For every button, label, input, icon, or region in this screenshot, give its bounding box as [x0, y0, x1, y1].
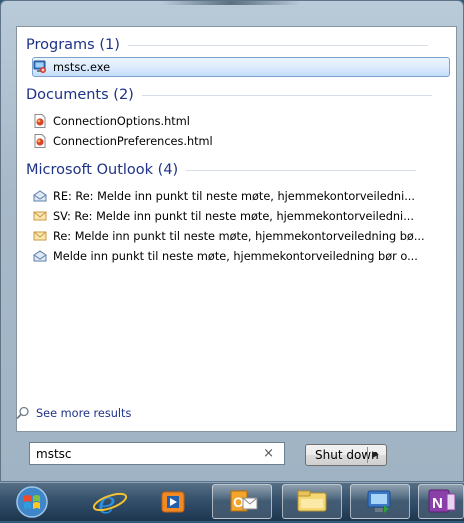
result-item-connectionoptions[interactable]: ConnectionOptions.html — [33, 111, 190, 131]
result-item-mail-1[interactable]: RE: Re: Melde inn punkt til neste møte, … — [33, 186, 415, 206]
svg-text:e: e — [98, 486, 116, 519]
html-file-icon — [33, 114, 47, 128]
mail-open-icon — [33, 249, 47, 263]
divider — [186, 169, 417, 171]
shutdown-options-arrow-icon[interactable]: ▶ — [372, 445, 379, 465]
file-explorer-icon[interactable] — [282, 484, 342, 519]
result-item-mail-3[interactable]: Re: Melde inn punkt til neste møte, hjem… — [33, 226, 425, 246]
result-label: ConnectionPreferences.html — [53, 134, 213, 148]
media-player-icon[interactable] — [144, 484, 204, 519]
divider — [367, 447, 368, 463]
divider — [127, 44, 428, 46]
html-file-icon — [33, 134, 47, 148]
group-title: Microsoft Outlook (4) — [26, 162, 179, 178]
result-label: ConnectionOptions.html — [53, 114, 190, 128]
shutdown-button[interactable]: Shut down ▶ — [305, 444, 387, 466]
search-results-pane: Programs (1) mstsc.exe Documents (2) Con… — [16, 26, 457, 432]
result-item-connectionpreferences[interactable]: ConnectionPreferences.html — [33, 131, 213, 151]
see-more-label: See more results — [36, 406, 132, 420]
shutdown-label: Shut down — [315, 448, 379, 462]
see-more-results-link[interactable]: See more results — [16, 406, 131, 420]
search-box[interactable]: × — [29, 442, 285, 465]
result-item-mstsc[interactable]: mstsc.exe — [32, 57, 450, 77]
result-label: SV: Re: Melde inn punkt til neste møte, … — [53, 209, 414, 223]
group-title: Documents (2) — [26, 87, 134, 103]
outlook-icon[interactable]: O — [212, 484, 272, 519]
result-label: Re: Melde inn punkt til neste møte, hjem… — [53, 229, 425, 243]
result-label: mstsc.exe — [53, 60, 111, 74]
group-header-outlook[interactable]: Microsoft Outlook (4) — [26, 160, 417, 180]
divider — [141, 94, 432, 96]
group-title: Programs (1) — [26, 37, 120, 53]
svg-text:N: N — [432, 495, 443, 512]
remote-desktop-icon[interactable] — [350, 484, 410, 519]
internet-explorer-icon[interactable]: e — [80, 484, 140, 521]
mail-closed-icon — [33, 229, 47, 243]
onenote-icon[interactable]: N — [418, 484, 464, 519]
taskbar: e O N — [0, 482, 464, 521]
remote-desktop-icon — [33, 60, 47, 74]
frame-highlight — [161, 1, 301, 5]
result-item-mail-4[interactable]: Melde inn punkt til neste møte, hjemmeko… — [33, 246, 418, 266]
start-menu: Programs (1) mstsc.exe Documents (2) Con… — [0, 0, 464, 482]
start-orb-icon[interactable] — [4, 484, 60, 519]
result-item-mail-2[interactable]: SV: Re: Melde inn punkt til neste møte, … — [33, 206, 414, 226]
result-label: RE: Re: Melde inn punkt til neste møte, … — [53, 189, 415, 203]
svg-text:O: O — [233, 494, 244, 510]
magnifier-icon — [16, 406, 30, 420]
mail-open-icon — [33, 189, 47, 203]
group-header-programs[interactable]: Programs (1) — [26, 35, 428, 55]
clear-search-icon[interactable]: × — [263, 446, 274, 461]
mail-closed-icon — [33, 209, 47, 223]
result-label: Melde inn punkt til neste møte, hjemmeko… — [53, 249, 418, 263]
group-header-documents[interactable]: Documents (2) — [26, 85, 432, 105]
search-input[interactable] — [30, 445, 238, 462]
